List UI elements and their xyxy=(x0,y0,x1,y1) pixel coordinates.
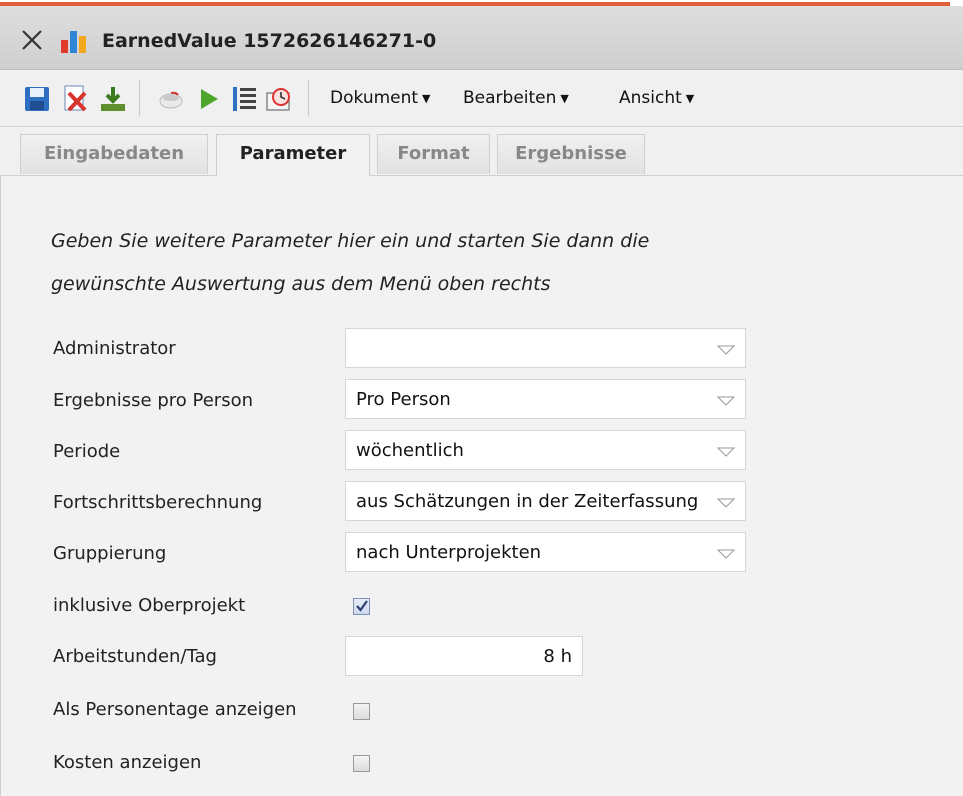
delete-document-icon[interactable] xyxy=(60,84,90,114)
arbeitsstunden-value: 8 h xyxy=(543,646,572,667)
window-title: EarnedValue 1572626146271-0 xyxy=(102,30,437,52)
ergebnisse-label: Ergebnisse pro Person xyxy=(53,390,253,411)
toolbar: Dokument ▼ Bearbeiten ▼ Ansicht ▼ xyxy=(0,70,963,127)
dropdown-arrow-icon[interactable] xyxy=(715,444,737,458)
dropdown-arrow-icon[interactable] xyxy=(715,495,737,509)
dropdown-arrow-icon[interactable] xyxy=(715,546,737,560)
parameter-panel: Geben Sie weitere Parameter hier ein und… xyxy=(0,176,963,796)
check-icon xyxy=(356,600,368,612)
gruppierung-select[interactable]: nach Unterprojekten xyxy=(345,532,746,572)
periode-select[interactable]: wöchentlich xyxy=(345,430,746,470)
schedule-icon[interactable] xyxy=(264,84,294,114)
dropdown-arrow-icon[interactable] xyxy=(715,393,737,407)
caret-down-icon: ▼ xyxy=(685,91,695,105)
periode-value: wöchentlich xyxy=(356,440,464,461)
ergebnisse-select[interactable]: Pro Person xyxy=(345,379,746,419)
ergebnisse-value: Pro Person xyxy=(356,389,451,410)
intro-text-line-2: gewünschte Auswertung aus dem Menü oben … xyxy=(51,273,551,295)
gruppierung-label: Gruppierung xyxy=(53,543,167,564)
toolbar-separator xyxy=(139,80,140,116)
intro-text-line-1: Geben Sie weitere Parameter hier ein und… xyxy=(51,230,650,252)
oberprojekt-label: inklusive Oberprojekt xyxy=(53,595,246,616)
fortschritt-label: Fortschrittsberechnung xyxy=(53,492,263,513)
list-icon[interactable] xyxy=(230,84,260,114)
menu-label: Bearbeiten xyxy=(463,88,557,108)
administrator-select[interactable] xyxy=(345,328,746,368)
arbeitsstunden-input[interactable]: 8 h xyxy=(345,636,583,676)
menu-ansicht[interactable]: Ansicht ▼ xyxy=(619,88,694,108)
periode-label: Periode xyxy=(53,441,121,462)
coffee-icon[interactable] xyxy=(156,84,186,114)
menu-dokument[interactable]: Dokument ▼ xyxy=(330,88,431,108)
caret-down-icon: ▼ xyxy=(560,91,569,105)
download-icon[interactable] xyxy=(98,84,128,114)
tab-format[interactable]: Format xyxy=(377,134,490,174)
tab-ergebnisse[interactable]: Ergebnisse xyxy=(497,134,645,174)
fortschritt-value: aus Schätzungen in der Zeiterfassung xyxy=(356,491,699,512)
menu-label: Ansicht xyxy=(619,88,682,108)
menu-bearbeiten[interactable]: Bearbeiten ▼ xyxy=(463,88,569,108)
oberprojekt-checkbox[interactable] xyxy=(353,598,370,615)
tab-parameter[interactable]: Parameter xyxy=(216,134,370,176)
personentage-checkbox[interactable] xyxy=(353,703,370,720)
title-bar: EarnedValue 1572626146271-0 xyxy=(0,6,963,70)
personentage-label: Als Personentage anzeigen xyxy=(53,699,297,720)
arbeitsstunden-label: Arbeitstunden/Tag xyxy=(53,646,217,667)
kosten-checkbox[interactable] xyxy=(353,755,370,772)
bar-chart-icon xyxy=(60,28,88,54)
toolbar-separator xyxy=(308,80,309,116)
kosten-label: Kosten anzeigen xyxy=(53,752,202,773)
dropdown-arrow-icon[interactable] xyxy=(715,342,737,356)
menu-label: Dokument xyxy=(330,88,419,108)
close-icon[interactable] xyxy=(20,28,44,52)
administrator-label: Administrator xyxy=(53,338,176,359)
gruppierung-value: nach Unterprojekten xyxy=(356,542,542,563)
fortschritt-select[interactable]: aus Schätzungen in der Zeiterfassung xyxy=(345,481,746,521)
caret-down-icon: ▼ xyxy=(422,91,431,105)
tab-bar: Eingabedaten Parameter Format Ergebnisse xyxy=(0,127,963,176)
tab-eingabedaten[interactable]: Eingabedaten xyxy=(20,134,208,174)
run-icon[interactable] xyxy=(194,84,224,114)
save-icon[interactable] xyxy=(22,84,52,114)
